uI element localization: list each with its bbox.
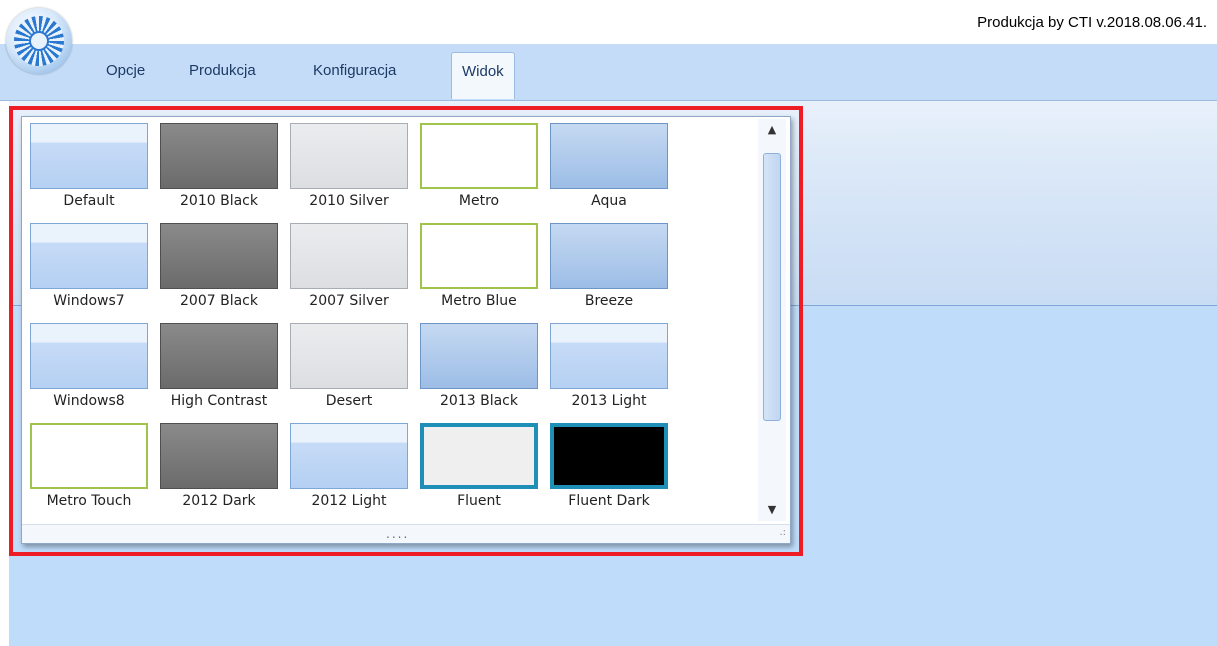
theme-item[interactable]: 2012 Light <box>282 417 412 513</box>
theme-swatch <box>420 423 538 489</box>
theme-label: Default <box>63 193 115 209</box>
theme-swatch <box>290 123 408 189</box>
theme-label: 2010 Black <box>180 193 258 209</box>
theme-label: 2012 Light <box>311 493 387 509</box>
theme-item[interactable]: Metro Touch <box>22 417 152 513</box>
scroll-up-icon[interactable]: ▲ <box>758 119 786 141</box>
theme-item[interactable]: Metro <box>412 117 542 213</box>
theme-label: 2007 Silver <box>309 293 389 309</box>
theme-label: Desert <box>325 393 373 409</box>
tab-widok[interactable]: Widok <box>451 52 515 99</box>
theme-label: Fluent <box>457 493 501 509</box>
theme-label: 2010 Silver <box>309 193 389 209</box>
theme-swatch <box>30 323 148 389</box>
theme-item[interactable]: Windows7 <box>22 217 152 313</box>
theme-item[interactable]: 2010 Black <box>152 117 282 213</box>
grip-dots-icon: .... <box>386 527 410 541</box>
theme-swatch <box>290 323 408 389</box>
tab-produkcja[interactable]: Produkcja <box>189 62 256 79</box>
theme-item[interactable]: Windows8 <box>22 317 152 413</box>
theme-label: Aqua <box>591 193 627 209</box>
theme-swatch <box>290 423 408 489</box>
theme-label: 2007 Black <box>180 293 258 309</box>
theme-item[interactable]: 2012 Dark <box>152 417 282 513</box>
resize-grip[interactable]: .... .: <box>22 524 790 543</box>
theme-swatch <box>550 123 668 189</box>
theme-swatch <box>30 223 148 289</box>
scroll-thumb[interactable] <box>763 153 781 421</box>
left-margin <box>0 101 9 646</box>
theme-swatch <box>290 223 408 289</box>
theme-label: 2012 Dark <box>182 493 256 509</box>
theme-item[interactable]: 2010 Silver <box>282 117 412 213</box>
theme-item[interactable]: 2007 Silver <box>282 217 412 313</box>
title-bar: Produkcja by CTI v.2018.08.06.41. <box>0 0 1217 44</box>
tab-konfiguracja[interactable]: Konfiguracja <box>313 62 396 79</box>
theme-label: Breeze <box>584 293 634 309</box>
theme-swatch <box>420 123 538 189</box>
theme-label: Windows8 <box>53 393 125 409</box>
theme-swatch <box>160 223 278 289</box>
theme-item[interactable]: Breeze <box>542 217 672 313</box>
theme-label: 2013 Light <box>571 393 647 409</box>
theme-label: Metro Touch <box>46 493 132 509</box>
gallery-scrollbar[interactable]: ▲ ▼ <box>758 119 786 521</box>
theme-swatch <box>30 123 148 189</box>
theme-item[interactable]: 2013 Black <box>412 317 542 413</box>
theme-label: High Contrast <box>170 393 268 409</box>
theme-label: Metro Blue <box>441 293 517 309</box>
theme-swatch <box>160 123 278 189</box>
scroll-down-icon[interactable]: ▼ <box>758 499 786 521</box>
theme-item[interactable]: Fluent Dark <box>542 417 672 513</box>
application-menu-button[interactable] <box>6 8 72 74</box>
theme-label: Metro <box>458 193 500 209</box>
theme-label: Windows7 <box>53 293 125 309</box>
theme-swatch <box>550 423 668 489</box>
resize-corner-icon[interactable]: .: <box>779 527 786 538</box>
theme-item[interactable]: 2013 Light <box>542 317 672 413</box>
theme-swatch <box>160 323 278 389</box>
app-logo-icon <box>14 16 64 66</box>
theme-swatch <box>420 223 538 289</box>
theme-item[interactable]: 2007 Black <box>152 217 282 313</box>
app-title: Produkcja by CTI v.2018.08.06.41. <box>977 14 1207 31</box>
theme-gallery-dropdown: Default 2010 Black 2010 Silver Metro Aqua Win… <box>21 116 791 544</box>
theme-item[interactable]: Default <box>22 117 152 213</box>
theme-label: 2013 Black <box>440 393 518 409</box>
theme-label: Fluent Dark <box>568 493 650 509</box>
theme-swatch <box>30 423 148 489</box>
theme-item[interactable]: High Contrast <box>152 317 282 413</box>
theme-item[interactable]: Desert <box>282 317 412 413</box>
theme-swatch <box>420 323 538 389</box>
theme-item[interactable]: Metro Blue <box>412 217 542 313</box>
tab-opcje[interactable]: Opcje <box>106 62 145 79</box>
theme-swatch <box>550 223 668 289</box>
theme-swatch <box>550 323 668 389</box>
theme-item[interactable]: Aqua <box>542 117 672 213</box>
ribbon-tab-row: Opcje Produkcja Konfiguracja Widok <box>0 44 1217 101</box>
theme-swatch <box>160 423 278 489</box>
theme-item[interactable]: Fluent <box>412 417 542 513</box>
